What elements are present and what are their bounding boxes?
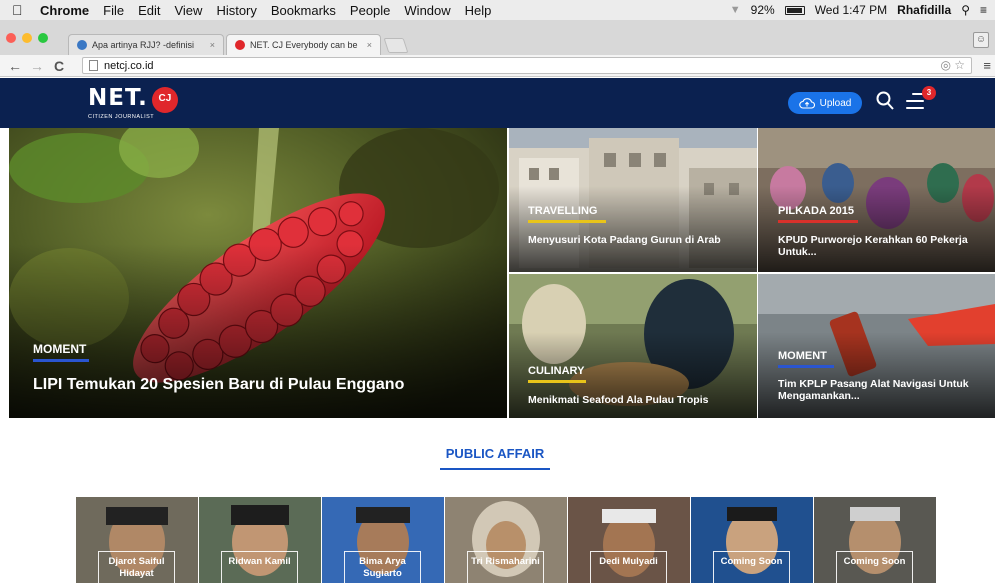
category-label: MOMENT	[778, 350, 827, 362]
story-tile-culinary[interactable]: CULINARY Menikmati Seafood Ala Pulau Tro…	[509, 274, 757, 418]
hero-main-story[interactable]: MOMENT LIPI Temukan 20 Spesien Baru di P…	[9, 128, 507, 418]
wifi-icon[interactable]: ▼	[730, 4, 741, 16]
cj-logo-icon	[151, 87, 178, 113]
tab-close-icon[interactable]: ×	[210, 40, 215, 50]
tile-headline[interactable]: Menyusuri Kota Padang Gurun di Arab	[528, 234, 738, 246]
person-name: Tri Rismaharini	[467, 551, 544, 583]
menu-window[interactable]: Window	[404, 3, 450, 18]
user-name[interactable]: Rhafidilla	[897, 3, 951, 17]
menu-history[interactable]: History	[216, 3, 256, 18]
person-card[interactable]: Ridwan Kamil	[199, 497, 321, 583]
zoom-window-button[interactable]	[38, 33, 48, 43]
person-name: Coming Soon	[713, 551, 790, 583]
category-underline	[778, 220, 858, 223]
page-icon	[89, 60, 98, 71]
battery-percent: 92%	[750, 3, 775, 17]
browser-toolbar: ← → C netcj.co.id ◎ ☆ ≡	[0, 55, 995, 77]
menu-extras: ▼ 92% Wed 1:47 PM Rhafidilla ⚲ ≡	[730, 0, 987, 20]
tab-close-icon[interactable]: ×	[367, 40, 372, 50]
category-label: TRAVELLING	[528, 205, 598, 217]
mac-menu-bar:  Chrome File Edit View History Bookmark…	[0, 0, 995, 20]
tab-favicon-icon	[235, 40, 245, 50]
story-tile-pilkada[interactable]: PILKADA 2015 KPUD Purworejo Kerahkan 60 …	[758, 128, 995, 272]
clock[interactable]: Wed 1:47 PM	[815, 3, 887, 17]
battery-icon[interactable]	[784, 5, 805, 15]
category-underline	[528, 220, 606, 223]
tab-rjj[interactable]: Apa artinya RJJ? -definisi ×	[68, 34, 224, 55]
tile-overlay	[509, 185, 757, 272]
menu-people[interactable]: People	[350, 3, 390, 18]
person-card[interactable]: Coming Soon	[691, 497, 813, 583]
menu-help[interactable]: Help	[465, 3, 492, 18]
tab-title: Apa artinya RJJ? -definisi	[92, 40, 195, 50]
tile-headline[interactable]: Tim KPLP Pasang Alat Navigasi Untuk Meng…	[778, 378, 992, 402]
tab-favicon-icon	[77, 40, 87, 50]
public-affair-carousel: Djarot Saiful Hidayat Ridwan Kamil Bima …	[76, 497, 936, 583]
url-text[interactable]: netcj.co.id	[104, 60, 154, 72]
spotlight-icon[interactable]: ⚲	[961, 3, 970, 17]
logo-subtitle: CITIZEN JOURNALIST	[88, 114, 155, 120]
person-card[interactable]: Dedi Mulyadi	[568, 497, 690, 583]
tab-netcj[interactable]: NET. CJ Everybody can be ×	[226, 34, 381, 55]
story-tile-travelling[interactable]: TRAVELLING Menyusuri Kota Padang Gurun d…	[509, 128, 757, 272]
tile-category[interactable]: TRAVELLING	[528, 205, 606, 223]
person-card[interactable]: Bima Arya Sugiarto	[322, 497, 444, 583]
logo-text: NET.	[88, 85, 148, 111]
notification-center-icon[interactable]: ≡	[980, 3, 987, 17]
back-arrow-icon[interactable]: ←	[8, 58, 22, 74]
profile-icon[interactable]: ☺	[973, 32, 989, 48]
tile-category[interactable]: MOMENT	[778, 350, 834, 368]
window-controls	[6, 33, 48, 43]
person-name: Dedi Mulyadi	[590, 551, 667, 583]
menu-file[interactable]: File	[103, 3, 124, 18]
category-label: CULINARY	[528, 365, 585, 377]
menu-view[interactable]: View	[174, 3, 202, 18]
menu-bookmarks[interactable]: Bookmarks	[271, 3, 336, 18]
upload-button[interactable]: Upload	[788, 92, 862, 114]
tile-category[interactable]: CULINARY	[528, 365, 586, 383]
reload-icon[interactable]: C	[52, 58, 66, 74]
menu-edit[interactable]: Edit	[138, 3, 160, 18]
notification-badge: 3	[922, 86, 936, 100]
person-name: Ridwan Kamil	[221, 551, 298, 583]
address-bar[interactable]: netcj.co.id ◎ ☆	[82, 57, 972, 74]
category-underline	[528, 380, 586, 383]
apple-icon[interactable]: 	[12, 2, 32, 18]
category-label: MOMENT	[33, 342, 87, 356]
person-card[interactable]: Djarot Saiful Hidayat	[76, 497, 198, 583]
hero-main-headline[interactable]: LIPI Temukan 20 Spesien Baru di Pulau En…	[33, 376, 493, 394]
search-icon[interactable]	[876, 91, 894, 111]
tile-headline[interactable]: Menikmati Seafood Ala Pulau Tropis	[528, 394, 738, 406]
cloud-upload-icon	[798, 97, 815, 109]
section-title[interactable]: PUBLIC AFFAIR	[440, 446, 550, 461]
tab-title: NET. CJ Everybody can be	[250, 40, 358, 50]
bookmark-star-icon[interactable]: ◎ ☆	[940, 58, 965, 72]
person-card[interactable]: Coming Soon	[814, 497, 936, 583]
site-header: NET. CITIZEN JOURNALIST Upload 3	[0, 78, 995, 128]
tile-overlay	[758, 185, 995, 272]
tab-strip: Apa artinya RJJ? -definisi × NET. CJ Eve…	[0, 20, 995, 55]
menu-app-chrome[interactable]: Chrome	[40, 3, 89, 18]
tile-headline[interactable]: KPUD Purworejo Kerahkan 60 Pekerja Untuk…	[778, 234, 990, 258]
tile-overlay	[758, 331, 995, 418]
section-underline	[440, 468, 550, 470]
person-card[interactable]: Tri Rismaharini	[445, 497, 567, 583]
hero-main-category[interactable]: MOMENT	[33, 342, 89, 362]
close-window-button[interactable]	[6, 33, 16, 43]
person-name: Bima Arya Sugiarto	[344, 551, 421, 583]
category-underline	[33, 359, 89, 362]
minimize-window-button[interactable]	[22, 33, 32, 43]
category-label: PILKADA 2015	[778, 205, 855, 217]
new-tab-button[interactable]	[383, 38, 409, 53]
person-name: Djarot Saiful Hidayat	[98, 551, 175, 583]
site-logo[interactable]: NET. CITIZEN JOURNALIST	[88, 87, 178, 120]
tile-category[interactable]: PILKADA 2015	[778, 205, 858, 223]
upload-label: Upload	[819, 97, 852, 109]
chrome-menu-icon[interactable]: ≡	[983, 58, 991, 73]
person-name: Coming Soon	[836, 551, 913, 583]
forward-arrow-icon[interactable]: →	[30, 58, 44, 74]
category-underline	[778, 365, 834, 368]
story-tile-moment[interactable]: MOMENT Tim KPLP Pasang Alat Navigasi Unt…	[758, 274, 995, 418]
